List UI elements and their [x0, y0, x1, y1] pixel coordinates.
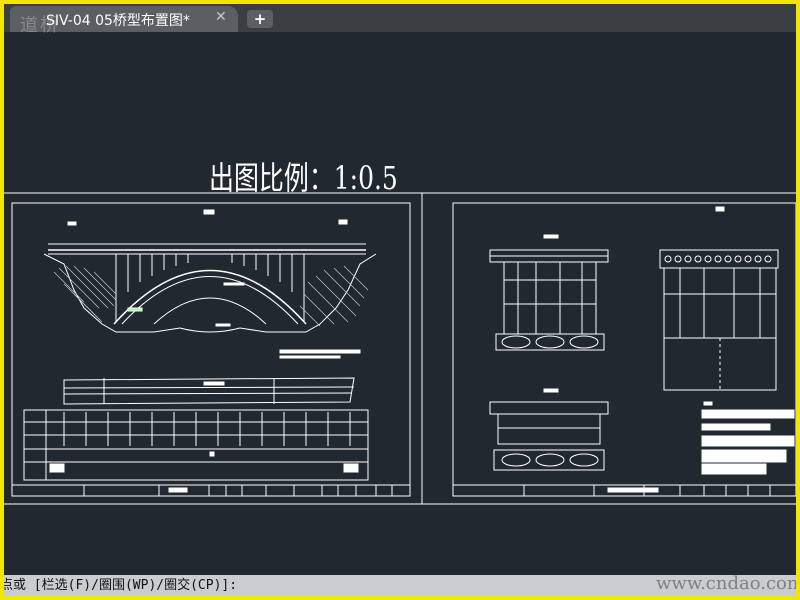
- file-tab-active[interactable]: 道桥 SIV-04 05桥型布置图* ✕: [10, 6, 238, 36]
- close-icon[interactable]: ✕: [215, 9, 227, 25]
- file-tab-bar: 道桥 SIV-04 05桥型布置图* ✕ +: [4, 4, 796, 36]
- site-watermark: www.cndao.com: [656, 573, 796, 594]
- cad-window: 道桥 SIV-04 05桥型布置图* ✕ + 出图比例：1:0.5 点或 [栏选…: [4, 4, 796, 596]
- command-prompt: 点或 [栏选(F)/圈围(WP)/圈交(CP)]:: [4, 578, 238, 593]
- plus-icon: +: [253, 10, 267, 28]
- drawing-svg: [4, 192, 796, 505]
- drawing-canvas[interactable]: 出图比例：1:0.5: [4, 32, 796, 575]
- new-tab-button[interactable]: +: [247, 10, 273, 28]
- left-drawing-sheet: [11, 202, 411, 497]
- right-drawing-sheet: [452, 202, 796, 497]
- plot-scale-label: 出图比例：1:0.5: [209, 159, 398, 197]
- file-tab-title: SIV-04 05桥型布置图*: [46, 13, 190, 29]
